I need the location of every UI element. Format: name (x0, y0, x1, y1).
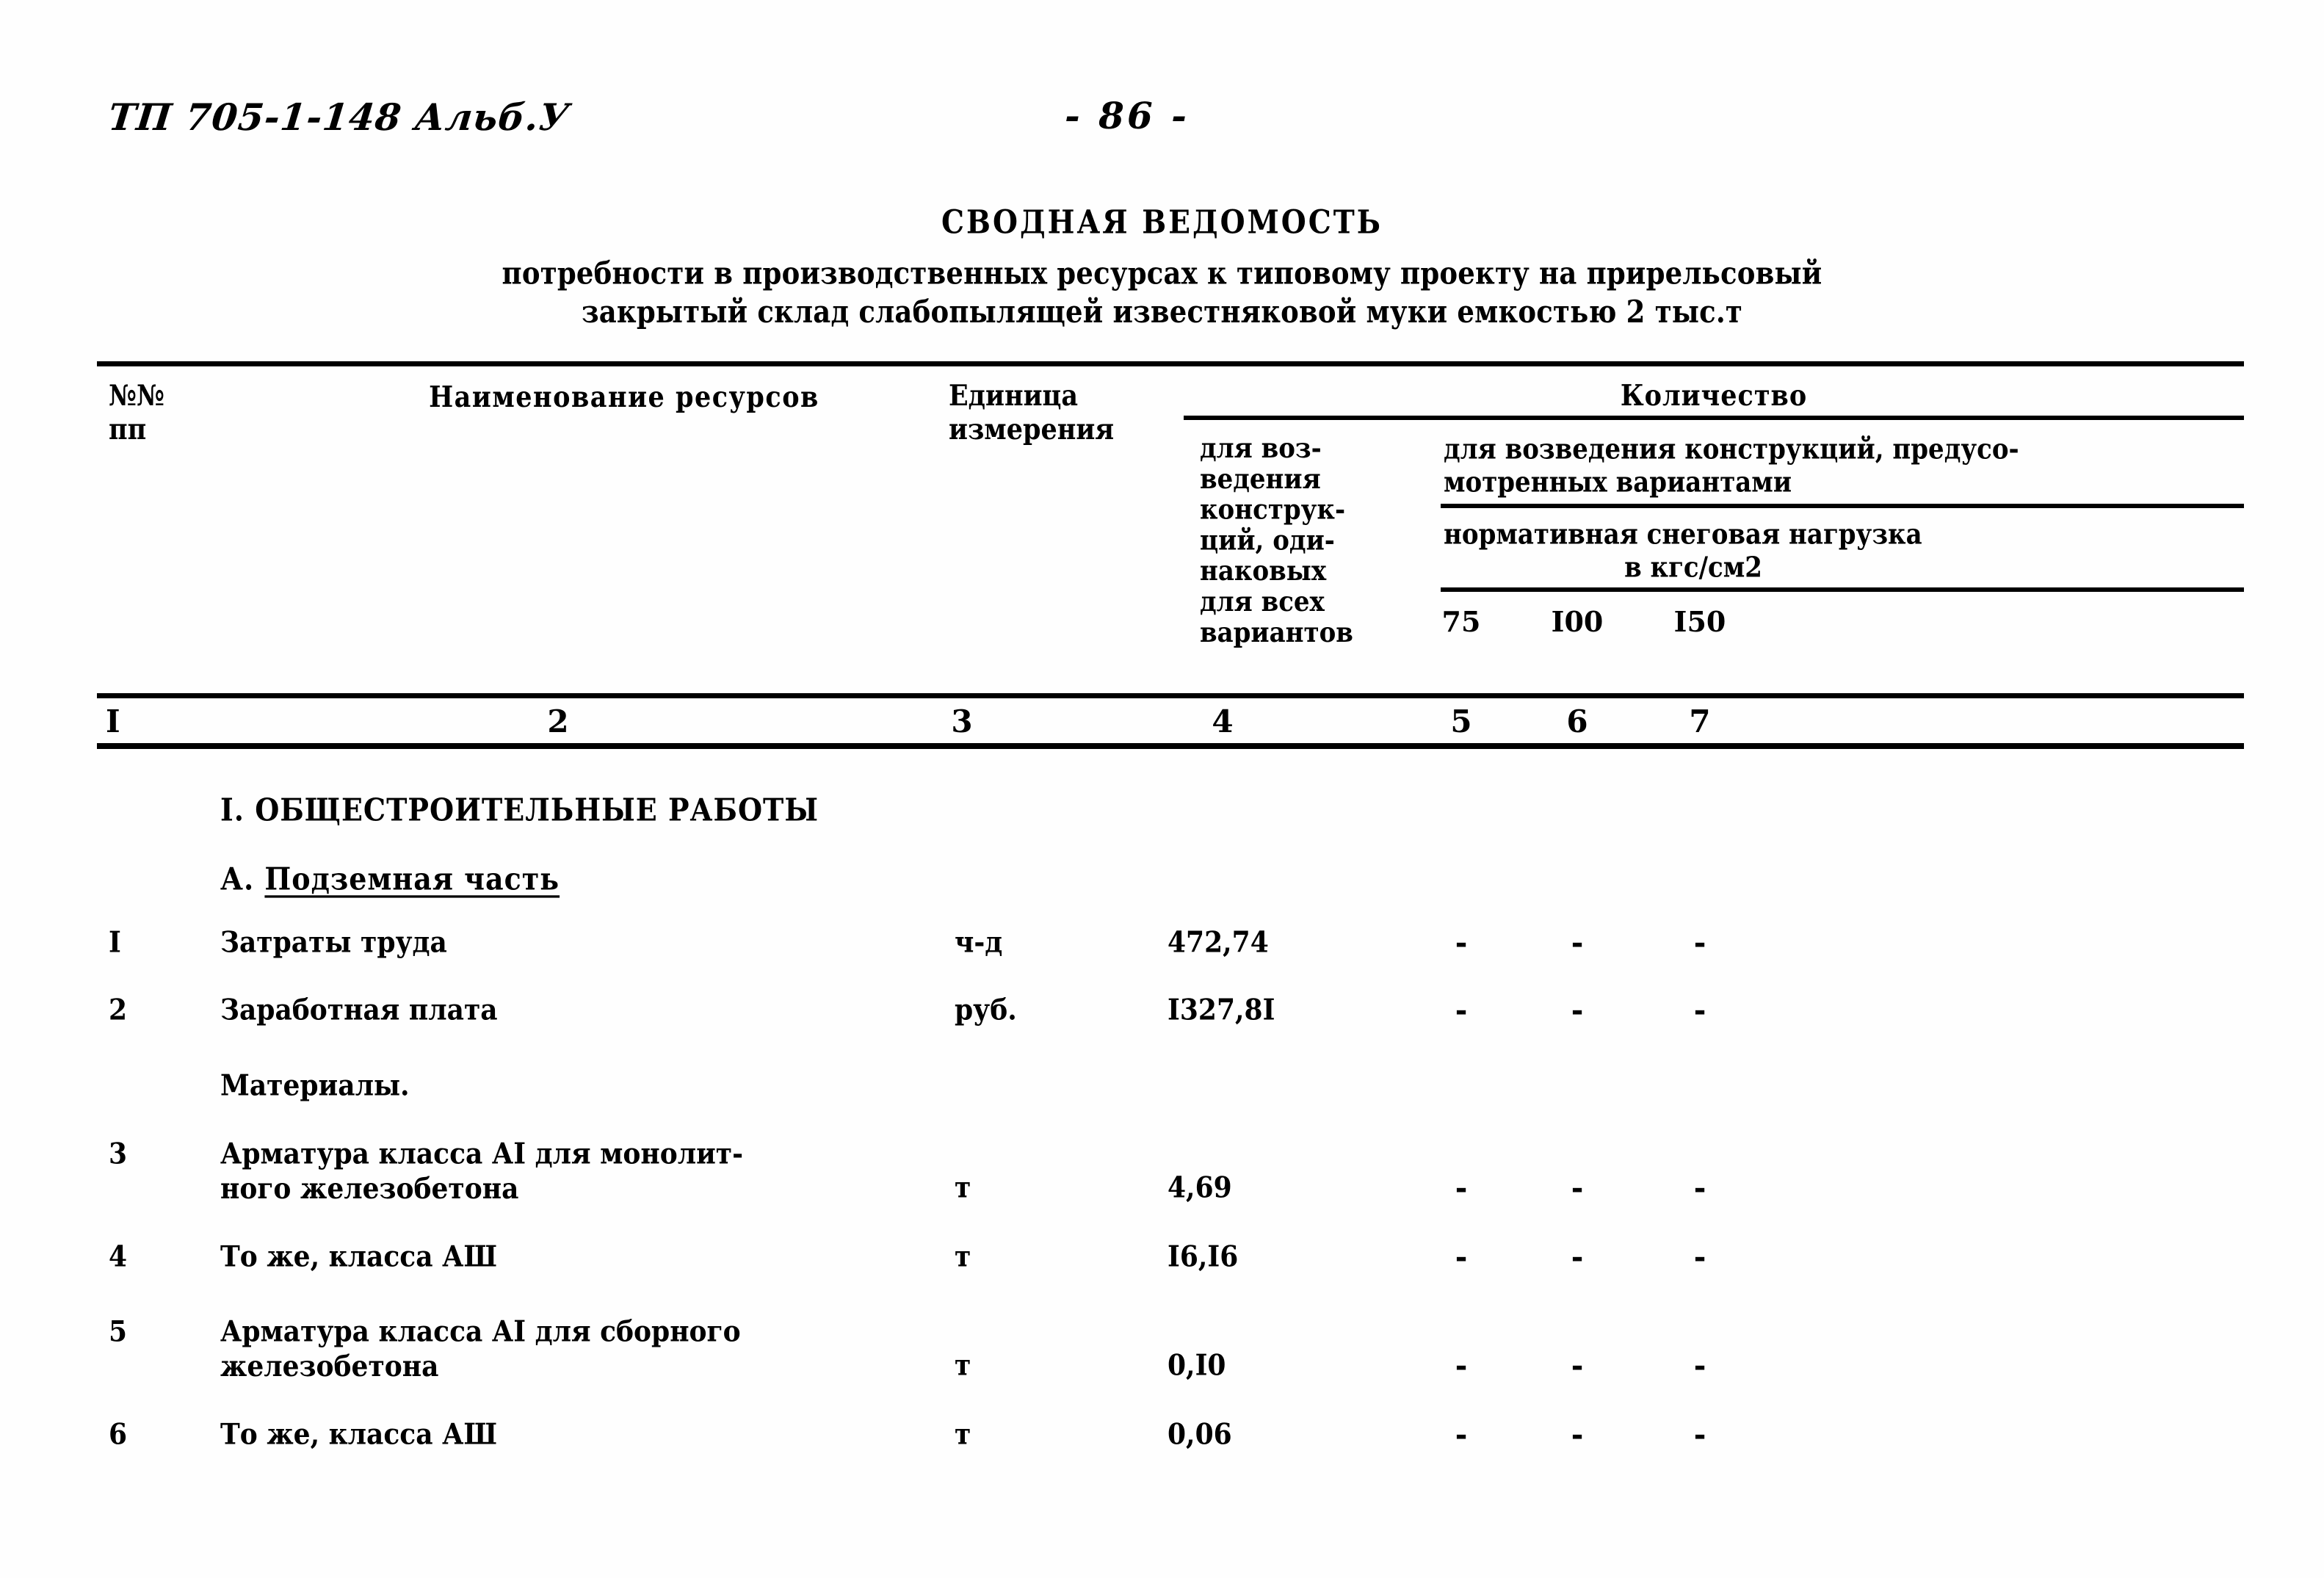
row-resource-name: Арматура класса АI для монолит- ного жел… (220, 1137, 881, 1206)
snow-load-column-75: 75 (1441, 605, 1481, 638)
column-header-snow-load: нормативная снеговая нагрузка в кгс/см2 (1444, 518, 2251, 584)
resource-name-line-1: Арматура класса АI для монолит- (220, 1137, 744, 1171)
row-value-snow-100: - (1571, 991, 1584, 1029)
row-value-snow-150: - (1693, 1346, 1706, 1384)
row-value-snow-150: - (1693, 923, 1706, 961)
row-value-snow-100: - (1571, 1415, 1584, 1453)
quantity-group-rule (1184, 416, 2244, 420)
variants-line-2: мотренных вариантами (1444, 466, 1792, 499)
col4-line-6: для всех (1200, 585, 1325, 618)
column-index-5: 5 (1450, 703, 1472, 739)
row-quantity-common: I327,8I (1168, 994, 1275, 1027)
snow-line-1: нормативная снеговая нагрузка (1444, 518, 1922, 551)
section-heading-underground-part: А. Подземная часть (220, 861, 560, 897)
materials-label: Материалы. (220, 1069, 410, 1103)
page-number: - 86 - (1065, 94, 1190, 137)
row-quantity-common: 0,06 (1168, 1418, 1232, 1452)
col4-line-1: для воз- (1200, 432, 1322, 465)
row-value-snow-100: - (1571, 1237, 1584, 1275)
column-header-variants: для возведения конструкций, предусо- мот… (1444, 433, 2251, 499)
snow-line-2: в кгс/см2 (1624, 551, 1762, 584)
numbers-row-bottom-border (97, 743, 2244, 749)
row-number: I (109, 926, 121, 960)
document-subtitle: потребности в производственных ресурсах … (0, 254, 2324, 331)
column-index-6: 6 (1566, 703, 1588, 739)
row-resource-name: Арматура класса АI для сборного железобе… (220, 1314, 881, 1384)
column-header-resource-name: Наименование ресурсов (429, 380, 819, 414)
column-header-unit: Единица измерения (949, 379, 1147, 446)
row-unit: т (955, 1418, 971, 1452)
snow-load-column-100: I00 (1551, 605, 1604, 638)
row-unit: т (955, 1240, 971, 1274)
column-header-quantity: Количество (1620, 379, 1808, 413)
column-index-1: I (106, 703, 120, 739)
col-unit-line-2: измерения (949, 412, 1115, 446)
row-value-snow-75: - (1455, 1237, 1468, 1275)
resource-name-line-2: ного железобетона (220, 1172, 519, 1206)
document-title: СВОДНАЯ ВЕДОМОСТЬ (941, 203, 1383, 242)
row-value-snow-100: - (1571, 1346, 1584, 1384)
row-quantity-common: 4,69 (1168, 1171, 1232, 1205)
section-a-prefix: А. (220, 861, 265, 897)
column-header-common-constructions: для воз- ведения конструк- ций, оди- нак… (1200, 433, 1413, 648)
document-code: ТП 705-1-148 Альб.У (106, 95, 572, 139)
row-resource-name: То же, класса АШ (220, 1418, 498, 1452)
document-page: ТП 705-1-148 Альб.У - 86 - СВОДНАЯ ВЕДОМ… (0, 0, 2324, 1578)
row-value-snow-75: - (1455, 1168, 1468, 1206)
row-resource-name: Затраты труда (220, 926, 447, 960)
col4-line-3: конструк- (1200, 493, 1346, 526)
snow-load-group-rule (1441, 587, 2244, 592)
row-number: 3 (109, 1137, 128, 1171)
col4-line-7: вариантов (1200, 616, 1353, 649)
row-number: 2 (109, 994, 128, 1027)
column-header-number: №№ пп (109, 379, 219, 446)
column-index-4: 4 (1212, 703, 1234, 739)
row-value-snow-150: - (1693, 1168, 1706, 1206)
subtitle-line-2: закрытый склад слабопылящей известняково… (581, 293, 1743, 330)
snow-load-column-150: I50 (1673, 605, 1726, 638)
column-index-2: 2 (547, 703, 569, 739)
section-heading-general-construction: I. ОБЩЕСТРОИТЕЛЬНЫЕ РАБОТЫ (220, 792, 819, 828)
table-top-border (97, 361, 2244, 366)
col4-line-4: ций, оди- (1200, 524, 1335, 557)
col4-line-2: ведения (1200, 463, 1321, 496)
row-value-snow-150: - (1693, 1237, 1706, 1275)
col4-line-5: наковых (1200, 555, 1327, 588)
column-index-7: 7 (1689, 703, 1711, 739)
variants-line-1: для возведения конструкций, предусо- (1444, 433, 2019, 466)
section-a-title: Подземная часть (264, 861, 560, 897)
col-no-line-1: №№ (109, 379, 165, 413)
row-number: 4 (109, 1240, 128, 1274)
row-resource-name: Заработная плата (220, 994, 498, 1027)
header-bottom-border (97, 693, 2244, 698)
row-value-snow-75: - (1455, 1346, 1468, 1384)
variants-group-rule (1441, 504, 2244, 508)
row-value-snow-150: - (1693, 1415, 1706, 1453)
row-value-snow-75: - (1455, 991, 1468, 1029)
col-unit-line-1: Единица (949, 379, 1079, 413)
row-unit: т (955, 1349, 971, 1383)
col-no-line-2: пп (109, 412, 147, 446)
row-quantity-common: I6,I6 (1168, 1240, 1239, 1274)
row-value-snow-100: - (1571, 923, 1584, 961)
column-index-3: 3 (951, 703, 973, 739)
row-unit: ч-д (955, 926, 1003, 960)
row-unit: т (955, 1171, 971, 1205)
row-unit: руб. (955, 994, 1017, 1027)
row-quantity-common: 0,I0 (1168, 1349, 1226, 1383)
row-quantity-common: 472,74 (1168, 926, 1269, 960)
row-value-snow-75: - (1455, 923, 1468, 961)
row-value-snow-100: - (1571, 1168, 1584, 1206)
row-number: 6 (109, 1418, 128, 1452)
row-value-snow-150: - (1693, 991, 1706, 1029)
subtitle-line-1: потребности в производственных ресурсах … (502, 254, 1822, 292)
row-number: 5 (109, 1315, 128, 1349)
resource-name-line-2: железобетона (220, 1350, 439, 1383)
resource-name-line-1: Арматура класса АI для сборного (220, 1315, 741, 1349)
row-resource-name: То же, класса АШ (220, 1240, 498, 1274)
row-value-snow-75: - (1455, 1415, 1468, 1453)
